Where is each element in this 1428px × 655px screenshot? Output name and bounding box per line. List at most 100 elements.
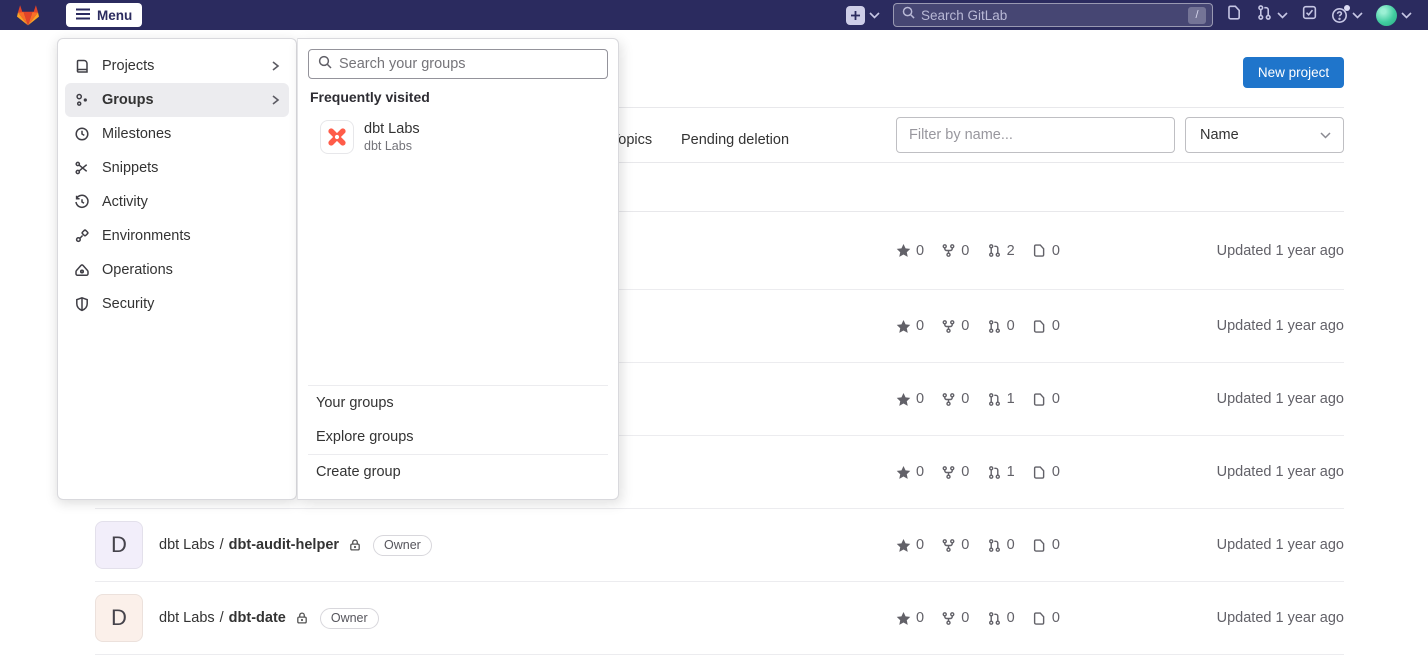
stars-stat[interactable]: 0 bbox=[896, 537, 924, 553]
merge-requests-stat[interactable]: 0 bbox=[987, 318, 1015, 334]
menu-button[interactable]: Menu bbox=[66, 3, 142, 27]
menu-item-environments[interactable]: Environments bbox=[65, 219, 289, 253]
menu-item-operations[interactable]: Operations bbox=[65, 253, 289, 287]
main-menu-dropdown: Projects Groups Milestones Snippets Acti… bbox=[57, 38, 297, 500]
updated-label: Updated 1 year ago bbox=[1060, 391, 1344, 407]
chevron-down-icon bbox=[1352, 6, 1363, 24]
menu-item-label: Projects bbox=[102, 58, 154, 74]
search-placeholder: Search GitLab bbox=[921, 8, 1182, 23]
group-subtitle: dbt Labs bbox=[364, 139, 420, 153]
environment-icon bbox=[74, 228, 90, 244]
forks-stat[interactable]: 0 bbox=[941, 610, 969, 626]
your-groups-link[interactable]: Your groups bbox=[298, 386, 618, 420]
menu-item-activity[interactable]: Activity bbox=[65, 185, 289, 219]
merge-requests-stat[interactable]: 0 bbox=[987, 537, 1015, 553]
group-title: dbt Labs bbox=[364, 121, 420, 137]
menu-item-label: Snippets bbox=[102, 160, 158, 176]
new-project-button[interactable]: New project bbox=[1243, 57, 1344, 88]
search-icon bbox=[902, 6, 915, 24]
star-icon bbox=[896, 465, 911, 480]
project-row[interactable]: D dbt Labs / dbt-date Owner 0 0 0 0 Upda… bbox=[95, 582, 1344, 655]
project-name[interactable]: dbt-audit-helper bbox=[229, 537, 339, 553]
issues-stat[interactable]: 0 bbox=[1032, 318, 1060, 334]
menu-item-milestones[interactable]: Milestones bbox=[65, 117, 289, 151]
global-search-input[interactable]: Search GitLab / bbox=[893, 3, 1213, 27]
chevron-down-icon bbox=[1320, 127, 1331, 143]
stars-stat[interactable]: 0 bbox=[896, 464, 924, 480]
todos-icon[interactable] bbox=[1301, 4, 1318, 26]
operations-icon bbox=[74, 262, 90, 278]
merge-requests-stat[interactable]: 1 bbox=[987, 464, 1015, 480]
issues-stat[interactable]: 0 bbox=[1032, 537, 1060, 553]
project-namespace[interactable]: dbt Labs bbox=[159, 610, 215, 626]
forks-stat[interactable]: 0 bbox=[941, 318, 969, 334]
filter-by-name-input[interactable] bbox=[896, 117, 1175, 153]
star-icon bbox=[896, 611, 911, 626]
create-group-link[interactable]: Create group bbox=[298, 455, 618, 489]
frequently-visited-heading: Frequently visited bbox=[310, 89, 606, 105]
forks-stat[interactable]: 0 bbox=[941, 243, 969, 259]
menu-item-label: Groups bbox=[102, 92, 154, 108]
stars-stat[interactable]: 0 bbox=[896, 610, 924, 626]
updated-label: Updated 1 year ago bbox=[1060, 537, 1344, 553]
role-badge: Owner bbox=[320, 608, 379, 629]
slash-shortcut-badge: / bbox=[1188, 7, 1206, 24]
new-item-dropdown[interactable] bbox=[846, 6, 880, 25]
star-icon bbox=[896, 319, 911, 334]
user-menu[interactable] bbox=[1376, 5, 1412, 26]
menu-item-label: Security bbox=[102, 296, 154, 312]
project-row[interactable]: D dbt Labs / dbt-audit-helper Owner 0 0 … bbox=[95, 509, 1344, 582]
group-search-input[interactable]: Search your groups bbox=[308, 49, 608, 79]
star-icon bbox=[896, 538, 911, 553]
updated-label: Updated 1 year ago bbox=[1060, 243, 1344, 259]
issues-icon bbox=[1032, 465, 1047, 480]
sort-select[interactable]: Name bbox=[1185, 117, 1344, 153]
menu-item-label: Operations bbox=[102, 262, 173, 278]
issues-icon bbox=[1032, 392, 1047, 407]
frequent-group-dbt-labs[interactable]: dbt Labs dbt Labs bbox=[298, 120, 618, 154]
gitlab-logo-icon[interactable] bbox=[16, 3, 42, 27]
menu-item-label: Milestones bbox=[102, 126, 171, 142]
project-name[interactable]: dbt-date bbox=[229, 610, 286, 626]
star-icon bbox=[896, 243, 911, 258]
merge-requests-stat[interactable]: 0 bbox=[987, 610, 1015, 626]
updated-label: Updated 1 year ago bbox=[1060, 464, 1344, 480]
project-avatar[interactable]: D bbox=[95, 594, 143, 642]
merge-requests-stat[interactable]: 1 bbox=[987, 391, 1015, 407]
issues-icon[interactable] bbox=[1226, 4, 1243, 26]
project-namespace[interactable]: dbt Labs bbox=[159, 537, 215, 553]
help-icon bbox=[1331, 7, 1348, 24]
stars-stat[interactable]: 0 bbox=[896, 243, 924, 259]
help-dropdown[interactable] bbox=[1331, 6, 1363, 24]
issues-stat[interactable]: 0 bbox=[1032, 391, 1060, 407]
stars-stat[interactable]: 0 bbox=[896, 391, 924, 407]
role-badge: Owner bbox=[373, 535, 432, 556]
search-icon bbox=[318, 55, 332, 74]
menu-item-snippets[interactable]: Snippets bbox=[65, 151, 289, 185]
merge-requests-dropdown[interactable] bbox=[1256, 4, 1288, 26]
issues-stat[interactable]: 0 bbox=[1032, 464, 1060, 480]
stars-stat[interactable]: 0 bbox=[896, 318, 924, 334]
menu-item-label: Environments bbox=[102, 228, 191, 244]
project-avatar[interactable]: D bbox=[95, 521, 143, 569]
forks-stat[interactable]: 0 bbox=[941, 391, 969, 407]
menu-item-security[interactable]: Security bbox=[65, 287, 289, 321]
forks-stat[interactable]: 0 bbox=[941, 464, 969, 480]
tab-pending-deletion[interactable]: Pending deletion bbox=[681, 117, 789, 162]
dbt-labs-logo-icon bbox=[320, 120, 354, 154]
merge-request-icon bbox=[987, 243, 1002, 258]
forks-stat[interactable]: 0 bbox=[941, 537, 969, 553]
menu-item-groups[interactable]: Groups bbox=[65, 83, 289, 117]
merge-request-icon bbox=[987, 392, 1002, 407]
explore-groups-link[interactable]: Explore groups bbox=[298, 420, 618, 454]
notification-dot bbox=[1344, 5, 1350, 11]
merge-request-icon bbox=[987, 538, 1002, 553]
menu-item-projects[interactable]: Projects bbox=[65, 49, 289, 83]
hamburger-icon bbox=[76, 8, 90, 23]
issues-icon bbox=[1032, 611, 1047, 626]
fork-icon bbox=[941, 392, 956, 407]
issues-stat[interactable]: 0 bbox=[1032, 243, 1060, 259]
merge-request-icon bbox=[987, 319, 1002, 334]
issues-stat[interactable]: 0 bbox=[1032, 610, 1060, 626]
merge-requests-stat[interactable]: 2 bbox=[987, 243, 1015, 259]
